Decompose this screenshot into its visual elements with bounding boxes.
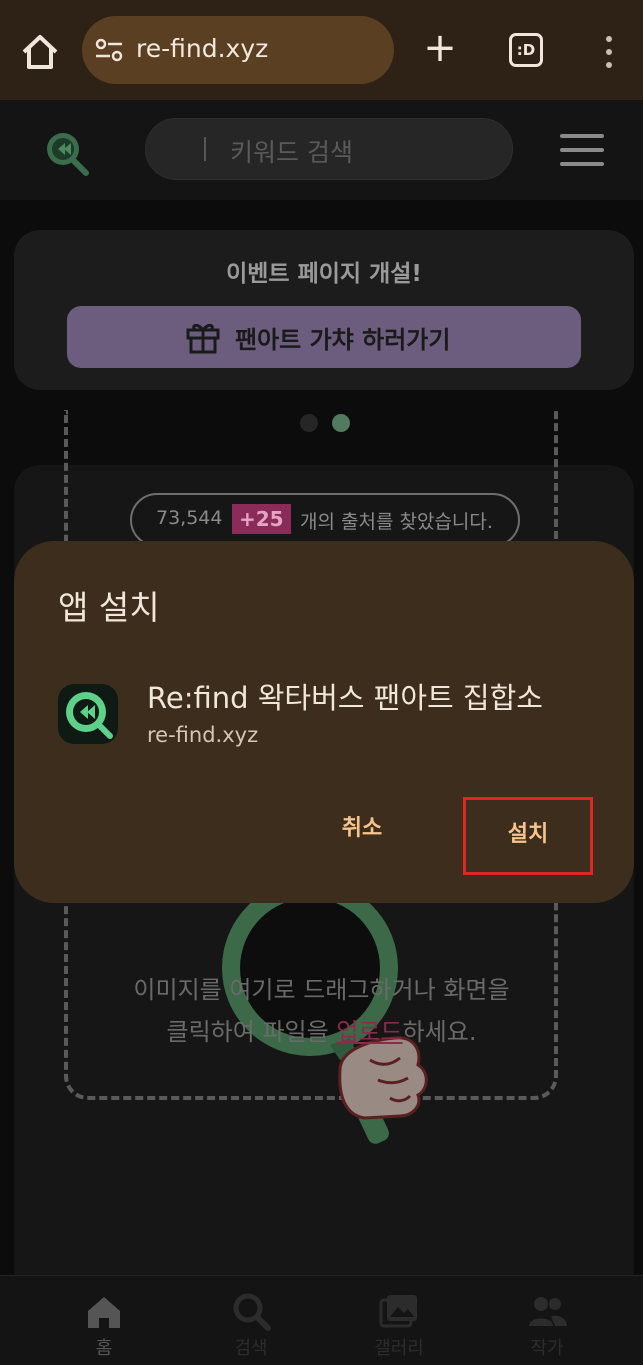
search-placeholder: 키워드 검색 xyxy=(230,138,353,167)
install-button[interactable]: 설치 xyxy=(463,797,593,875)
upload-instruction-suffix: 하세요. xyxy=(402,1018,477,1046)
site-header: 키워드 검색 xyxy=(0,100,643,200)
nav-label-home: 홈 xyxy=(95,1338,113,1359)
nav-label-gallery: 갤러리 xyxy=(374,1338,424,1359)
hamburger-menu-icon[interactable] xyxy=(560,134,604,166)
plus-icon[interactable]: + xyxy=(420,28,460,70)
nav-label-search: 검색 xyxy=(234,1338,268,1359)
site-settings-icon[interactable] xyxy=(94,36,124,64)
cancel-button[interactable]: 취소 xyxy=(314,803,410,855)
app-install-dialog: 앱 설치 Re:find 왁타버스 팬아트 집합소 re-find.xyz 취소… xyxy=(14,541,634,903)
search-icon xyxy=(231,1292,271,1332)
bottom-navigation: 홈 검색 갤러리 작가 xyxy=(0,1275,643,1365)
browser-toolbar: re-find.xyz + :D xyxy=(0,0,643,100)
nav-label-artist: 작가 xyxy=(530,1338,564,1359)
home-icon xyxy=(84,1292,124,1332)
home-icon[interactable] xyxy=(18,30,62,74)
url-bar[interactable]: re-find.xyz xyxy=(82,16,394,84)
url-text: re-find.xyz xyxy=(136,34,269,63)
upload-link[interactable]: 업로드 xyxy=(336,1018,402,1046)
nav-item-gallery[interactable]: 갤러리 xyxy=(354,1276,444,1365)
event-banner: 이벤트 페이지 개설! 팬아트 가챠 하러가기 xyxy=(14,230,634,390)
nav-item-home[interactable]: 홈 xyxy=(59,1276,149,1365)
upload-instruction-line1: 이미지를 여기로 드래그하거나 화면을 xyxy=(133,976,510,1004)
event-title: 이벤트 페이지 개설! xyxy=(226,261,422,287)
dialog-title: 앱 설치 xyxy=(58,588,160,627)
upload-instruction-prefix: 클릭하여 파일을 xyxy=(166,1018,337,1046)
search-caret xyxy=(204,137,206,161)
nav-item-search[interactable]: 검색 xyxy=(206,1276,296,1365)
nav-item-artist[interactable]: 작가 xyxy=(502,1276,592,1365)
upload-instruction-line2: 클릭하여 파일을 업로드하세요. xyxy=(0,1012,643,1047)
refind-logo-icon[interactable] xyxy=(40,128,94,178)
gacha-button-label: 팬아트 가챠 하러가기 xyxy=(235,326,451,354)
gift-icon xyxy=(185,320,221,354)
search-input[interactable]: 키워드 검색 xyxy=(145,118,513,180)
gacha-button[interactable]: 팬아트 가챠 하러가기 xyxy=(67,306,581,368)
app-name: Re:find 왁타버스 팬아트 집합소 xyxy=(147,681,543,715)
artist-icon xyxy=(527,1292,567,1332)
tabs-icon[interactable]: :D xyxy=(509,33,543,67)
refind-app-icon xyxy=(58,684,118,744)
more-vert-icon[interactable] xyxy=(600,34,618,70)
app-url: re-find.xyz xyxy=(147,723,259,747)
gallery-icon xyxy=(379,1292,419,1332)
